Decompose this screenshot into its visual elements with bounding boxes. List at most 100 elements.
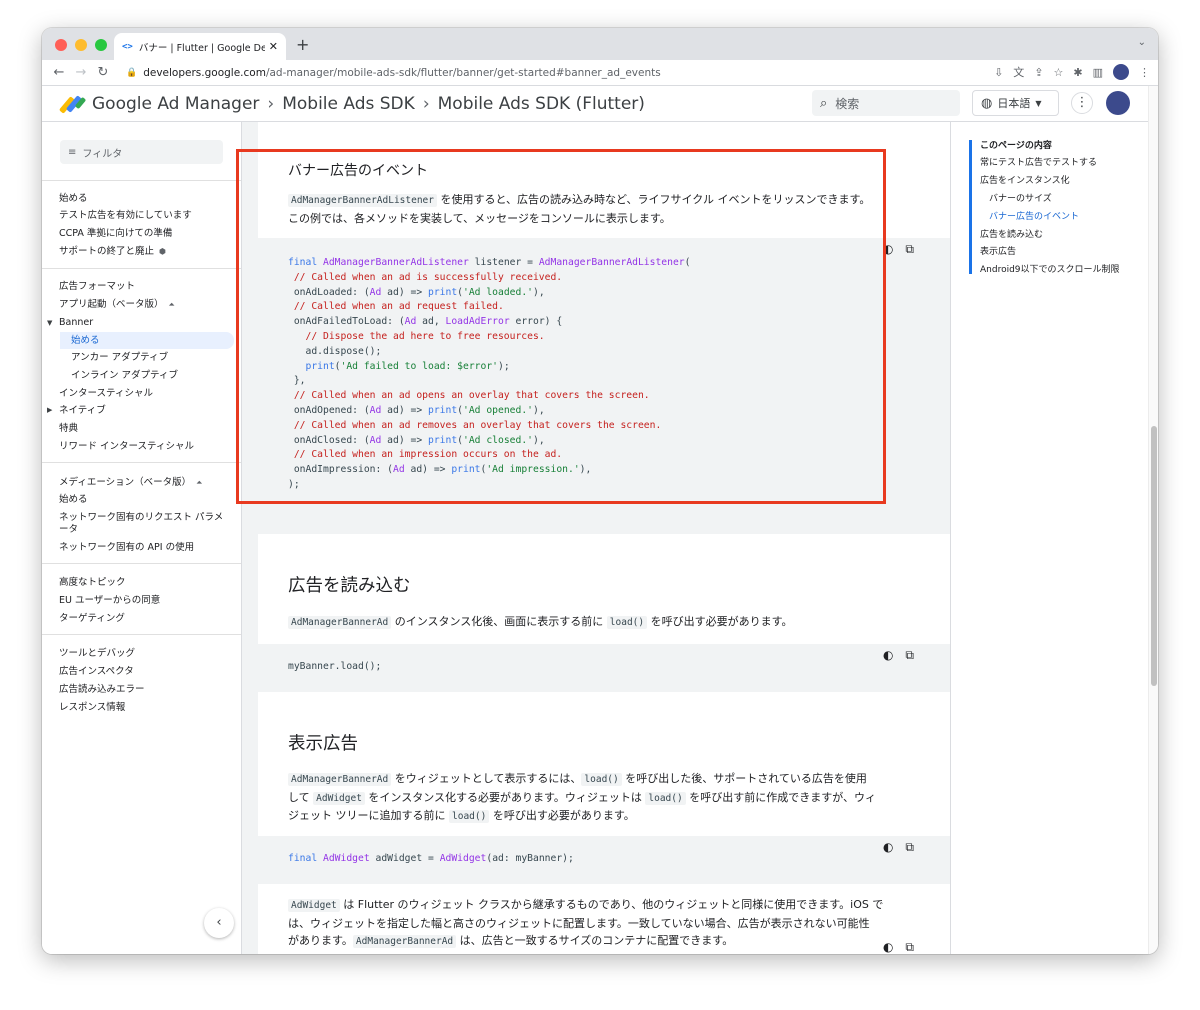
toc-item-android9-scroll[interactable]: Android9以下でのスクロール制限 <box>980 264 1120 276</box>
chevron-down-icon[interactable]: ⌄ <box>1138 37 1146 48</box>
nav-item-inline-adaptive[interactable]: インライン アダプティブ <box>71 370 178 382</box>
desc-text: して <box>288 790 314 804</box>
new-tab-icon[interactable]: + <box>296 35 309 54</box>
nav-item-banner-start[interactable]: 始める <box>60 332 234 349</box>
nav-item-network-params[interactable]: ネットワーク固有のリクエスト パラメ ータ <box>59 512 223 536</box>
nav-item-start[interactable]: 始める <box>59 193 88 205</box>
toc-item-instantiate[interactable]: 広告をインスタンス化 <box>980 175 1070 187</box>
install-icon[interactable]: ⇩ <box>994 66 1003 79</box>
filter-placeholder: フィルタ <box>82 148 123 160</box>
extensions-icon[interactable]: ✱ <box>1073 66 1082 79</box>
breadcrumb-link-sdk[interactable]: Mobile Ads SDK <box>282 94 415 114</box>
nav-item-interstitial[interactable]: インタースティシャル <box>59 388 153 400</box>
nav-item-eu-consent[interactable]: EU ユーザーからの同意 <box>59 595 160 607</box>
search-input[interactable]: ⌕ 検索 <box>812 90 960 116</box>
nav-item-deprecation[interactable]: サポートの終了と廃止 ⬢ <box>59 246 166 258</box>
toc-item-banner-sizes[interactable]: バナーのサイズ <box>989 193 1052 205</box>
site-header: Google Ad Manager › Mobile Ads SDK › Mobile … <box>42 86 1148 122</box>
side-panel-icon[interactable]: ▥ <box>1093 66 1103 79</box>
nav-item-test-ads[interactable]: テスト広告を有効にしています <box>59 210 192 222</box>
close-window-button[interactable] <box>55 39 67 51</box>
nav-item-network-api[interactable]: ネットワーク固有の API の使用 <box>59 542 194 554</box>
nav-item-mediation-start[interactable]: 始める <box>59 494 88 506</box>
nav-item-ccpa[interactable]: CCPA 準拠に向けての準備 <box>59 228 172 240</box>
desc-text: は、広告と一致するサイズのコンテナに配置できます。 <box>456 934 734 947</box>
theme-toggle-icon[interactable]: ◐ <box>883 940 893 954</box>
theme-toggle-icon[interactable]: ◐ <box>883 648 893 663</box>
close-icon[interactable]: ✕ <box>269 40 278 53</box>
copy-icon[interactable]: ⧉ <box>905 242 914 257</box>
reload-icon[interactable]: ↻ <box>92 65 114 80</box>
nav-item-native[interactable]: ネイティブ <box>59 405 106 417</box>
translate-icon[interactable]: 文 <box>1013 64 1024 80</box>
nav-item-mediation-label: メディエーション（ベータ版） <box>59 477 192 488</box>
nav-item-ad-inspector[interactable]: 広告インスペクタ <box>59 666 134 678</box>
more-options-button[interactable]: ⋮ <box>1071 92 1093 114</box>
beta-flask-icon: ⏶ <box>196 478 203 487</box>
nav-item-banner[interactable]: Banner <box>59 317 93 329</box>
toc-item-test-ads[interactable]: 常にテスト広告でテストする <box>980 157 1097 169</box>
code-term: AdWidget <box>313 791 365 805</box>
profile-avatar[interactable] <box>1113 64 1129 80</box>
breadcrumb-link-flutter[interactable]: Mobile Ads SDK (Flutter) <box>438 94 645 114</box>
code-term: load() <box>606 616 648 629</box>
desc-text: この例では、各メソッドを実装して、メッセージをコンソールに表示します。 <box>288 211 671 225</box>
section-title-load-ad: 広告を読み込む <box>288 576 411 596</box>
toc-item-load-ad[interactable]: 広告を読み込む <box>980 229 1043 241</box>
code-term: load() <box>645 791 686 805</box>
copy-icon[interactable]: ⧉ <box>905 648 914 663</box>
globe-icon: ◍ <box>981 95 993 111</box>
browser-tab[interactable]: <> バナー | Flutter | Google Developers ✕ <box>114 33 286 60</box>
code-favicon-icon: <> <box>122 41 133 52</box>
nav-item-app-open[interactable]: アプリ起動（ベータ版） ⏶ <box>59 299 175 311</box>
nav-divider <box>42 462 241 463</box>
copy-icon[interactable]: ⧉ <box>905 940 914 954</box>
account-avatar[interactable] <box>1106 91 1130 115</box>
nav-divider <box>42 634 241 635</box>
minimize-window-button[interactable] <box>75 39 87 51</box>
filter-icon: ≡ <box>68 146 77 158</box>
code-term: AdManagerBannerAd <box>288 773 392 786</box>
language-label: 日本語 <box>997 97 1031 110</box>
nav-item-rewarded[interactable]: 特典 <box>59 423 78 435</box>
desc-text: のインスタンス化後、画面に表示する前に <box>391 615 607 628</box>
toc-item-banner-events[interactable]: バナー広告のイベント <box>989 211 1079 223</box>
scrollbar-thumb[interactable] <box>1151 426 1157 686</box>
theme-toggle-icon[interactable]: ◐ <box>883 840 893 855</box>
desc-text: ジェット ツリーに追加する前に <box>288 809 449 822</box>
copy-icon[interactable]: ⧉ <box>905 840 914 855</box>
filter-input[interactable]: ≡ フィルタ <box>60 140 223 164</box>
google-ad-manager-logo-icon[interactable] <box>58 94 87 114</box>
share-icon[interactable]: ⇪ <box>1034 66 1043 79</box>
brand-link[interactable]: Google Ad Manager <box>92 94 259 114</box>
address-bar[interactable]: 🔒 developers.google.com/ad-manager/mobil… <box>122 63 912 83</box>
nav-item-response-info[interactable]: レスポンス情報 <box>59 702 125 714</box>
nav-item-mediation[interactable]: メディエーション（ベータ版） ⏶ <box>59 477 203 489</box>
collapse-nav-button[interactable]: ‹ <box>204 908 234 938</box>
collapsed-arrow-icon[interactable]: ▶ <box>47 406 52 414</box>
nav-item-anchor-adaptive[interactable]: アンカー アダプティブ <box>71 352 168 364</box>
toc-item-display-ad[interactable]: 表示広告 <box>980 246 1016 258</box>
forward-icon[interactable]: → <box>70 65 92 80</box>
info-badge-icon: ⬢ <box>159 247 166 256</box>
theme-toggle-icon[interactable]: ◐ <box>883 242 893 257</box>
bookmark-star-icon[interactable]: ☆ <box>1054 66 1064 79</box>
nav-divider <box>42 563 241 564</box>
back-icon[interactable]: ← <box>48 65 70 80</box>
language-select[interactable]: ◍ 日本語 ▼ <box>972 90 1059 116</box>
nav-item-rewarded-interstitial[interactable]: リワード インタースティシャル <box>59 441 194 453</box>
nav-item-targeting[interactable]: ターゲティング <box>59 613 125 625</box>
desc-text: を使用すると、広告の読み込み時など、ライフサイクル イベントをリッスンできます。 <box>437 193 871 206</box>
expanded-arrow-icon[interactable]: ▼ <box>47 319 52 327</box>
lock-icon[interactable]: 🔒 <box>126 68 137 78</box>
search-placeholder: 検索 <box>835 96 860 111</box>
nav-item-load-errors[interactable]: 広告読み込みエラー <box>59 684 145 696</box>
desc-text: を呼び出す必要があります。 <box>647 615 793 628</box>
code-tools: ◐ ⧉ <box>883 840 914 855</box>
more-menu-icon[interactable]: ⋮ <box>1139 66 1150 79</box>
article: バナー広告のイベント AdManagerBannerAdListener を使用… <box>258 122 950 954</box>
maximize-window-button[interactable] <box>95 39 107 51</box>
page-scrollbar[interactable] <box>1148 86 1158 954</box>
nav-divider <box>42 268 241 269</box>
beta-flask-icon: ⏶ <box>168 300 175 309</box>
